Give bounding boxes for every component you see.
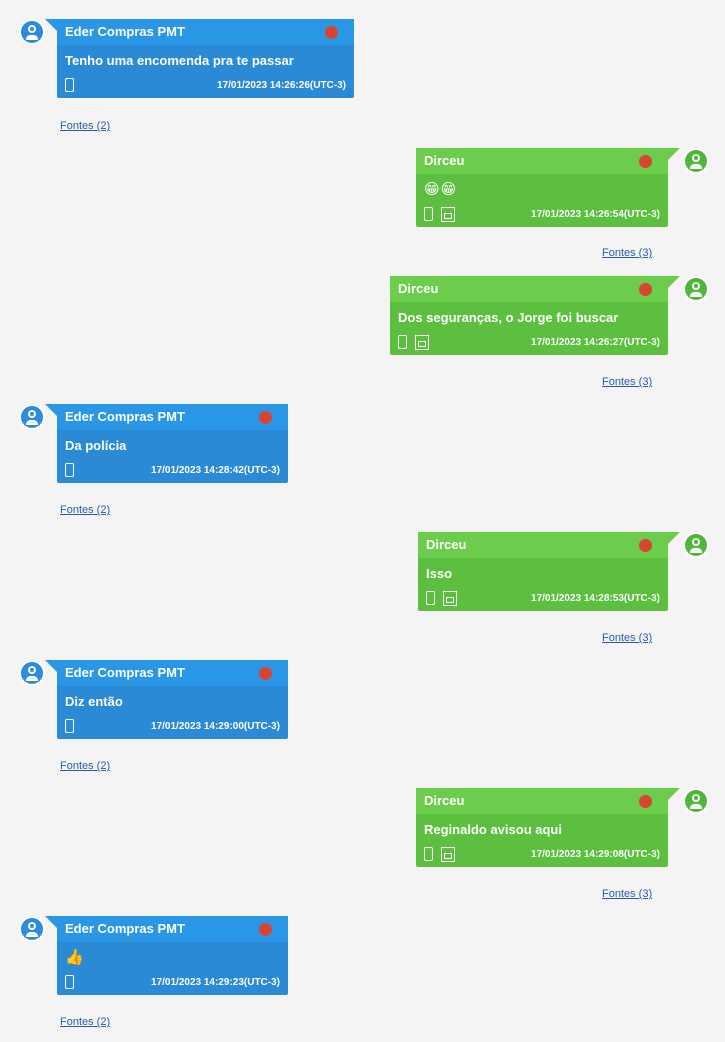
contact-avatar-icon bbox=[683, 788, 709, 814]
message-timestamp: 17/01/2023 14:28:42(UTC-3) bbox=[151, 464, 280, 476]
message-bubble: Eder Compras PMT 👍 17/01/2023 14:29:23(U… bbox=[45, 916, 288, 995]
contact-avatar-icon bbox=[19, 19, 45, 45]
sender-name: Dirceu bbox=[416, 148, 668, 174]
message-timestamp: 17/01/2023 14:26:54(UTC-3) bbox=[531, 208, 660, 220]
sim-card-icon bbox=[441, 206, 455, 222]
status-dot-icon bbox=[639, 795, 652, 808]
sender-name: Dirceu bbox=[418, 532, 668, 558]
message-text: Tenho uma encomenda pra te passar bbox=[65, 53, 294, 68]
sender-name: Eder Compras PMT bbox=[57, 404, 288, 430]
message-text: Isso bbox=[426, 566, 453, 581]
message-text: Dos seguranças, o Jorge foi buscar bbox=[398, 310, 619, 325]
message-bubble: Dirceu Reginaldo avisou aqui 17/01/2023 … bbox=[416, 788, 680, 867]
contact-avatar-icon bbox=[683, 148, 709, 174]
message-text: Da polícia bbox=[65, 438, 127, 453]
message-bubble: Dirceu Isso 17/01/2023 14:28:53(UTC-3) bbox=[418, 532, 680, 611]
message-timestamp: 17/01/2023 14:29:08(UTC-3) bbox=[531, 848, 660, 860]
contact-avatar-icon bbox=[19, 916, 45, 942]
sources-link[interactable]: Fontes (2) bbox=[60, 120, 110, 132]
sim-card-icon bbox=[443, 590, 457, 606]
sender-name: Dirceu bbox=[416, 788, 668, 814]
sources-link[interactable]: Fontes (3) bbox=[602, 376, 652, 388]
message-timestamp: 17/01/2023 14:28:53(UTC-3) bbox=[531, 592, 660, 604]
status-dot-icon bbox=[259, 411, 272, 424]
status-dot-icon bbox=[639, 539, 652, 552]
message-text: 😁😁 bbox=[424, 181, 458, 198]
status-dot-icon bbox=[259, 923, 272, 936]
message-timestamp: 17/01/2023 14:29:00(UTC-3) bbox=[151, 720, 280, 732]
sources-link[interactable]: Fontes (3) bbox=[602, 888, 652, 900]
message-bubble: Dirceu 😁😁 17/01/2023 14:26:54(UTC-3) bbox=[416, 148, 680, 227]
message-text: Reginaldo avisou aqui bbox=[424, 822, 562, 837]
status-dot-icon bbox=[639, 283, 652, 296]
sender-name: Eder Compras PMT bbox=[57, 916, 288, 942]
sources-link[interactable]: Fontes (3) bbox=[602, 247, 652, 259]
sources-link[interactable]: Fontes (3) bbox=[602, 632, 652, 644]
message-timestamp: 17/01/2023 14:26:27(UTC-3) bbox=[531, 336, 660, 348]
message-bubble: Dirceu Dos seguranças, o Jorge foi busca… bbox=[390, 276, 680, 355]
message-timestamp: 17/01/2023 14:29:23(UTC-3) bbox=[151, 976, 280, 988]
sim-card-icon bbox=[441, 846, 455, 862]
contact-avatar-icon bbox=[19, 660, 45, 686]
message-text: Diz então bbox=[65, 694, 123, 709]
phone-icon bbox=[65, 975, 74, 989]
sources-link[interactable]: Fontes (2) bbox=[60, 760, 110, 772]
message-text: 👍 bbox=[65, 949, 85, 966]
phone-icon bbox=[424, 207, 433, 221]
sources-link[interactable]: Fontes (2) bbox=[60, 504, 110, 516]
message-bubble: Eder Compras PMT Da polícia 17/01/2023 1… bbox=[45, 404, 288, 483]
phone-icon bbox=[426, 591, 435, 605]
phone-icon bbox=[424, 847, 433, 861]
message-timestamp: 17/01/2023 14:26:26(UTC-3) bbox=[217, 79, 346, 91]
message-bubble: Eder Compras PMT Diz então 17/01/2023 14… bbox=[45, 660, 288, 739]
sim-card-icon bbox=[415, 334, 429, 350]
phone-icon bbox=[65, 719, 74, 733]
phone-icon bbox=[65, 78, 74, 92]
sender-name: Dirceu bbox=[390, 276, 668, 302]
sender-name: Eder Compras PMT bbox=[57, 660, 288, 686]
sources-link[interactable]: Fontes (2) bbox=[60, 1016, 110, 1028]
contact-avatar-icon bbox=[683, 276, 709, 302]
status-dot-icon bbox=[325, 26, 338, 39]
phone-icon bbox=[398, 335, 407, 349]
status-dot-icon bbox=[259, 667, 272, 680]
contact-avatar-icon bbox=[19, 404, 45, 430]
status-dot-icon bbox=[639, 155, 652, 168]
message-bubble: Eder Compras PMT Tenho uma encomenda pra… bbox=[45, 19, 354, 98]
sender-name: Eder Compras PMT bbox=[57, 19, 354, 45]
phone-icon bbox=[65, 463, 74, 477]
contact-avatar-icon bbox=[683, 532, 709, 558]
